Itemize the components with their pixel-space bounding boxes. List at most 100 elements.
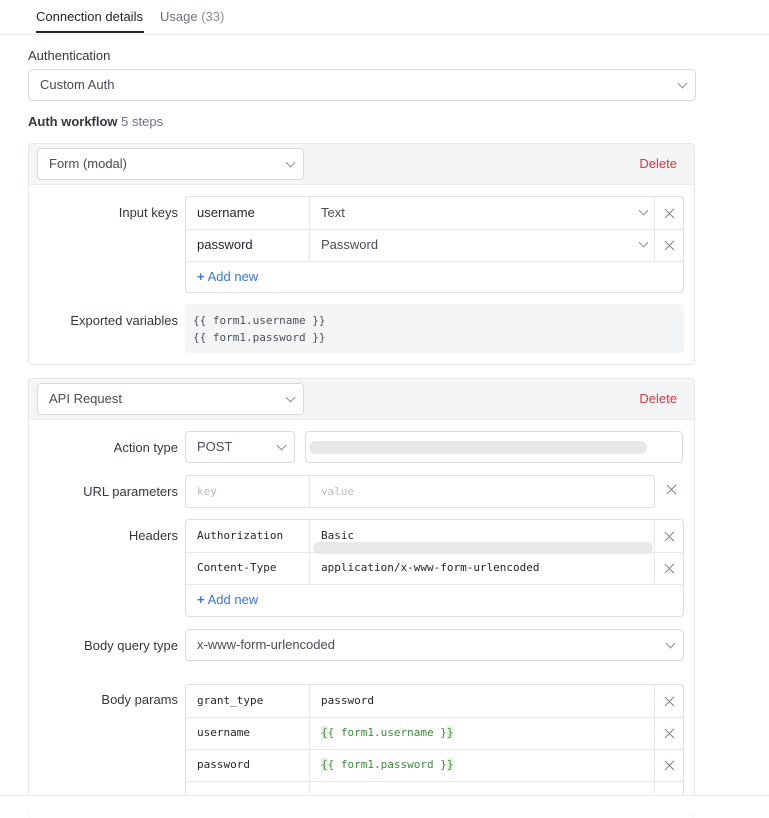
body-param-key-field[interactable] [186, 781, 310, 793]
workflow-step-form: Form (modal) Delete Input keys username … [28, 143, 695, 365]
body-param-value-field[interactable]: {{ form1.username }} [310, 717, 656, 749]
url-parameters-table: key value [185, 475, 655, 508]
action-type-label: Action type [113, 440, 178, 455]
step-header: API Request Delete [29, 379, 694, 420]
body-param-key-field[interactable]: password [186, 749, 310, 781]
remove-row-button[interactable] [654, 685, 683, 717]
tab-usage-label: Usage [160, 9, 198, 24]
remove-row-button[interactable] [654, 229, 683, 261]
template-open-brace: { [321, 726, 328, 739]
exported-variable: {{ form1.password }} [193, 331, 326, 344]
body-param-key-field[interactable]: username [186, 717, 310, 749]
input-keys-table: username Text password Password + Add new [185, 196, 684, 293]
exported-variable: {{ form1.username }} [193, 314, 326, 327]
input-type-value: Text [321, 205, 345, 220]
step-type-select[interactable]: API Request [37, 383, 304, 415]
table-row: username {{ form1.username }} [186, 717, 683, 750]
auth-workflow-title: Auth workflow [28, 114, 118, 129]
chevron-down-icon [638, 237, 649, 248]
step-type-select[interactable]: Form (modal) [37, 148, 304, 180]
close-icon [664, 531, 675, 542]
header-value-field[interactable]: Basic [310, 520, 656, 554]
header-value-text: Basic [321, 529, 355, 542]
clear-url-param-button[interactable] [663, 481, 681, 499]
template-variable: form1.password [340, 758, 434, 771]
http-method-select[interactable]: POST [185, 431, 295, 463]
header-key-field[interactable]: Content-Type [186, 552, 310, 584]
plus-icon: + [197, 592, 205, 607]
table-row: password Password [186, 229, 683, 262]
body-query-type-value: x-www-form-urlencoded [197, 637, 335, 652]
tab-usage-count: (33) [201, 9, 225, 24]
chevron-down-icon [285, 392, 296, 403]
chevron-down-icon [677, 78, 688, 89]
input-keys-label: Input keys [118, 205, 178, 220]
tab-usage[interactable]: Usage (33) [160, 9, 224, 24]
remove-row-button[interactable] [654, 197, 683, 229]
authentication-select[interactable]: Custom Auth [28, 69, 696, 101]
url-param-key-input[interactable]: key [186, 476, 310, 508]
request-url-input[interactable] [305, 431, 683, 463]
delete-step-button[interactable]: Delete [639, 391, 677, 406]
step-type-value: API Request [49, 391, 122, 406]
input-type-select[interactable]: Password [310, 229, 656, 261]
close-icon [664, 760, 675, 771]
template-variable: form1.username [340, 726, 434, 739]
exported-variables-label: Exported variables [70, 313, 178, 328]
input-key-field[interactable]: username [186, 197, 310, 229]
auth-workflow-heading: Auth workflow 5 steps [28, 114, 163, 129]
body-param-value-field[interactable]: {{ form1.password }} [310, 749, 656, 781]
remove-row-button[interactable] [654, 749, 683, 781]
close-icon [664, 208, 675, 219]
http-method-value: POST [197, 439, 233, 454]
table-row: Authorization Basic [186, 520, 683, 554]
body-param-value-field[interactable]: password [310, 685, 656, 717]
body-query-type-select[interactable]: x-www-form-urlencoded [185, 629, 684, 661]
template-open-brace: { [321, 758, 328, 771]
headers-table: Authorization Basic Content-Type applica… [185, 519, 684, 617]
plus-icon: + [197, 269, 205, 284]
header-value-field[interactable]: application/x-www-form-urlencoded [310, 552, 656, 584]
step-type-value: Form (modal) [49, 156, 128, 171]
body-query-type-label: Body query type [84, 638, 178, 653]
add-new-label: Add new [207, 269, 259, 284]
active-tab-indicator [36, 31, 144, 33]
close-icon [664, 563, 675, 574]
redacted-url [309, 441, 647, 454]
header-key-field[interactable]: Authorization [186, 520, 310, 552]
chevron-down-icon [638, 205, 649, 216]
input-type-select[interactable]: Text [310, 197, 656, 229]
close-icon [664, 696, 675, 707]
close-icon [666, 484, 677, 495]
table-row: username Text [186, 197, 683, 230]
workflow-step-api-request: API Request Delete Action type POST URL … [28, 378, 695, 818]
input-key-field[interactable]: password [186, 229, 310, 261]
remove-row-button[interactable] [654, 781, 683, 793]
table-row: password {{ form1.password }} [186, 749, 683, 782]
add-input-key-button[interactable]: + Add new [197, 269, 258, 284]
authentication-value: Custom Auth [40, 77, 115, 92]
delete-step-button[interactable]: Delete [639, 156, 677, 171]
panel-footer-edge [0, 795, 769, 814]
body-param-key-field[interactable]: grant_type [186, 685, 310, 717]
url-param-value-input[interactable]: value [310, 476, 654, 508]
tab-bar: Connection details Usage (33) [0, 0, 769, 35]
step-header: Form (modal) Delete [29, 144, 694, 185]
table-row: grant_type password [186, 685, 683, 718]
auth-workflow-step-count: 5 steps [121, 114, 164, 129]
remove-row-button[interactable] [654, 520, 683, 552]
remove-row-button[interactable] [654, 717, 683, 749]
template-close-brace: } [446, 758, 454, 771]
chevron-down-icon [665, 638, 676, 649]
remove-row-button[interactable] [654, 552, 683, 584]
url-parameters-label: URL parameters [83, 484, 178, 499]
exported-variables-box: {{ form1.username }} {{ form1.password }… [185, 304, 684, 353]
chevron-down-icon [285, 157, 296, 168]
add-header-button[interactable]: + Add new [197, 592, 258, 607]
table-row: Content-Type application/x-www-form-urle… [186, 552, 683, 585]
add-new-label: Add new [207, 592, 259, 607]
input-type-value: Password [321, 237, 379, 252]
chevron-down-icon [276, 440, 287, 451]
headers-label: Headers [128, 528, 178, 543]
tab-connection-details[interactable]: Connection details [36, 9, 143, 24]
